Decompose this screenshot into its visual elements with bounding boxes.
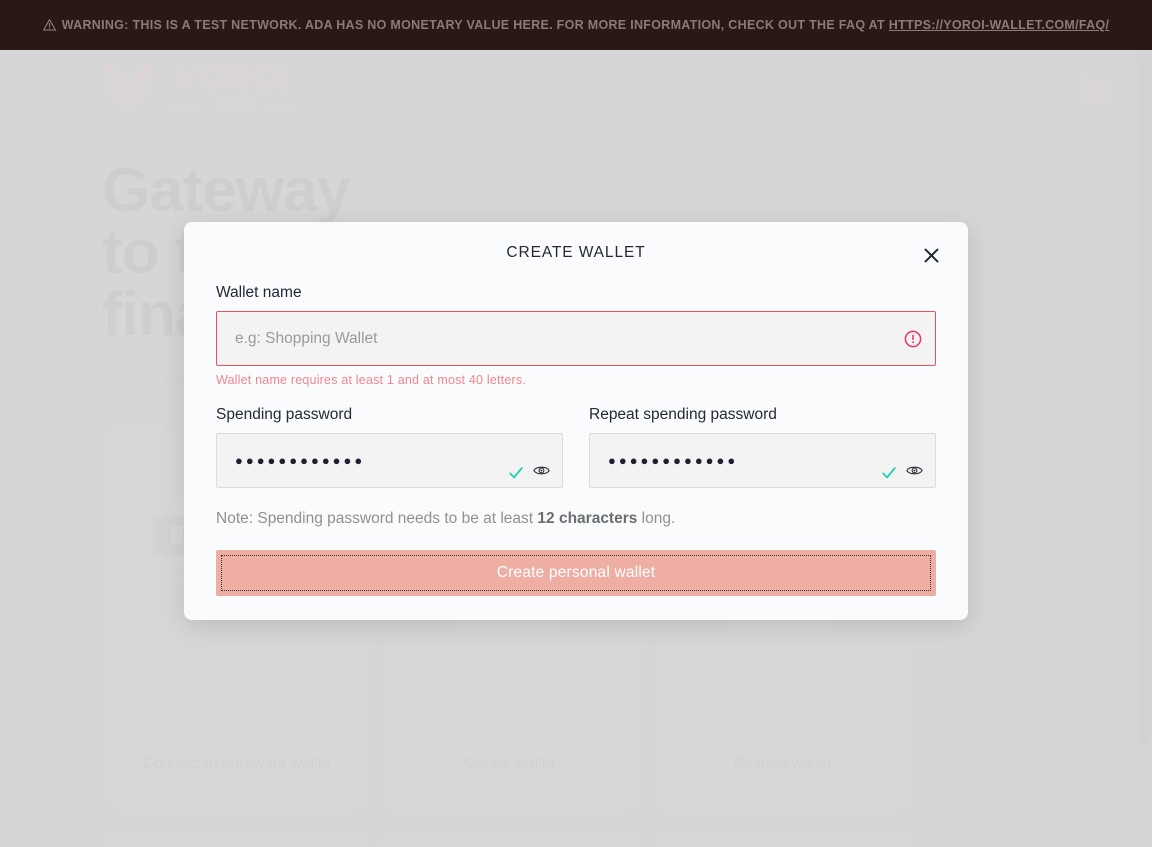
create-wallet-dialog: CREATE WALLET Wallet name e.g: Shopping … [184,222,968,620]
wallet-name-label: Wallet name [216,284,302,301]
test-network-warning-banner: WARNING: THIS IS A TEST NETWORK. ADA HAS… [0,0,1152,50]
wallet-name-error-message: Wallet name requires at least 1 and at m… [216,373,526,387]
spending-password-label: Spending password [216,406,353,423]
repeat-password-label: Repeat spending password [589,406,777,423]
warning-text: WARNING: THIS IS A TEST NETWORK. ADA HAS… [61,18,889,32]
repeat-password-icons [881,464,923,481]
repeat-password-value: ●●●●●●●●●●●● [608,453,739,468]
note-suffix: long. [637,510,676,527]
eye-icon[interactable] [906,464,923,481]
eye-icon[interactable] [533,464,550,481]
close-x-icon[interactable] [918,242,944,268]
create-personal-wallet-label: Create personal wallet [496,564,656,581]
dialog-header: CREATE WALLET [184,222,968,284]
modal-overlay[interactable]: CREATE WALLET Wallet name e.g: Shopping … [0,50,1152,847]
check-icon [881,465,897,481]
spending-password-icons [508,464,550,481]
spending-password-value: ●●●●●●●●●●●● [235,453,366,468]
repeat-password-group: Repeat spending password ●●●●●●●●●●●● [589,406,936,488]
note-strong: 12 characters [537,510,638,527]
dialog-body: Wallet name Wallet name requires at leas… [184,284,968,596]
note-prefix: Note: Spending password needs to be at l… [216,510,538,527]
error-exclamation-circle-icon [904,330,922,348]
wallet-name-field-wrapper [216,311,936,366]
warning-triangle-icon [42,19,56,31]
password-row: Spending password ●●●●●●●●●●●● Repeat sp… [216,406,936,488]
password-requirement-note: Note: Spending password needs to be at l… [216,510,936,528]
spending-password-group: Spending password ●●●●●●●●●●●● [216,406,563,488]
repeat-password-field[interactable]: ●●●●●●●●●●●● [589,433,936,488]
spending-password-field[interactable]: ●●●●●●●●●●●● [216,433,563,488]
create-personal-wallet-button[interactable]: Create personal wallet [216,550,936,596]
wallet-name-input[interactable] [216,311,936,366]
check-icon [508,465,524,481]
faq-link[interactable]: HTTPS://YOROI-WALLET.COM/FAQ/ [889,18,1110,32]
dialog-title: CREATE WALLET [506,244,646,261]
